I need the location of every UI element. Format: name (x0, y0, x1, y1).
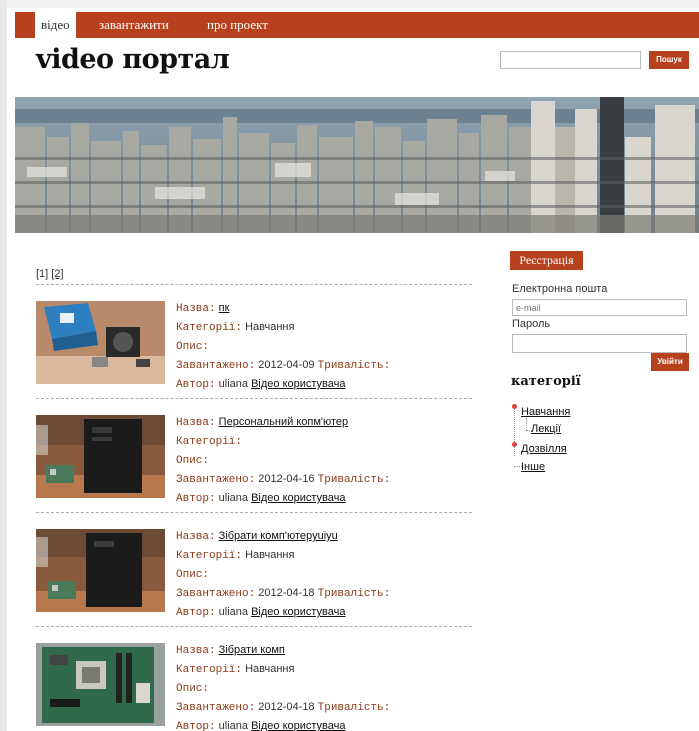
nav-item-video[interactable]: відео (35, 12, 76, 38)
name-label: Назва: (176, 417, 216, 429)
video-meta: Назва: Зібрати комп'ютерyuiyu Категорії:… (176, 527, 390, 622)
video-date: 2012-04-09 (258, 359, 315, 371)
video-thumbnail[interactable] (36, 643, 165, 726)
category-link-lectures[interactable]: Лекції (531, 423, 561, 435)
video-title-link[interactable]: Зібрати комп (219, 644, 285, 656)
tree-node-icon (512, 404, 517, 409)
author-videos-link[interactable]: Відео користувача (251, 720, 345, 731)
browser-left-edge (0, 0, 7, 731)
video-category: Навчання (245, 321, 295, 333)
category-link-other[interactable]: Інше (521, 461, 545, 473)
video-meta: Назва: Персональний копм'ютер Категорії:… (176, 413, 390, 508)
password-label: Пароль (512, 318, 551, 330)
video-thumbnail[interactable] (36, 301, 165, 384)
categories-label: Категорії: (176, 664, 243, 676)
video-title-link[interactable]: Зібрати комп'ютерyuiyu (219, 530, 338, 542)
categories-label: Категорії: (176, 436, 243, 448)
author-label: Автор: (176, 493, 216, 505)
uploaded-label: Завантажено: (176, 474, 256, 486)
video-item: Назва: Зібрати комп Категорії: Навчання … (36, 626, 472, 731)
name-label: Назва: (176, 645, 216, 657)
video-thumbnail[interactable] (36, 529, 165, 612)
video-category: Навчання (245, 549, 295, 561)
city-banner-image (15, 97, 699, 233)
main-nav: відео завантажити про проект (15, 12, 699, 38)
duration-label: Тривалість: (317, 474, 391, 486)
uploaded-label: Завантажено: (176, 702, 256, 714)
duration-label: Тривалість: (317, 360, 391, 372)
categories-label: Категорії: (176, 322, 243, 334)
duration-label: Тривалість: (317, 702, 391, 714)
description-label: Опис: (176, 455, 210, 467)
video-date: 2012-04-18 (258, 587, 315, 599)
video-author: uliana (218, 606, 249, 618)
login-button[interactable]: Увійти (651, 353, 689, 371)
video-list: Назва: пк Категорії: Навчання Опис: Зава… (36, 284, 472, 731)
video-item: Назва: Персональний копм'ютер Категорії:… (36, 398, 472, 512)
duration-label: Тривалість: (317, 588, 391, 600)
name-label: Назва: (176, 303, 216, 315)
video-author: uliana (218, 720, 249, 731)
description-label: Опис: (176, 341, 210, 353)
video-date: 2012-04-16 (258, 473, 315, 485)
password-field[interactable] (512, 334, 687, 353)
video-meta: Назва: пк Категорії: Навчання Опис: Зава… (176, 299, 390, 394)
video-meta: Назва: Зібрати комп Категорії: Навчання … (176, 641, 390, 731)
category-link-leisure[interactable]: Дозвілля (521, 443, 567, 455)
author-label: Автор: (176, 607, 216, 619)
name-label: Назва: (176, 531, 216, 543)
search-input[interactable] (500, 51, 641, 69)
author-videos-link[interactable]: Відео користувача (251, 492, 345, 504)
pagination: [1] [2] (36, 268, 64, 280)
categories-title: категорії (511, 374, 581, 389)
tree-node-icon (512, 442, 517, 447)
page-2-link[interactable]: [2] (51, 268, 63, 280)
search-button[interactable]: Пошук (649, 51, 689, 69)
tree-connector (526, 418, 527, 430)
tree-connector (514, 406, 515, 456)
video-category: Навчання (245, 663, 295, 675)
email-field[interactable] (512, 299, 687, 316)
category-link-study[interactable]: Навчання (521, 406, 570, 418)
author-videos-link[interactable]: Відео користувача (251, 378, 345, 390)
email-label: Електронна пошта (512, 283, 608, 295)
video-title-link[interactable]: Персональний копм'ютер (219, 416, 348, 428)
author-label: Автор: (176, 379, 216, 391)
uploaded-label: Завантажено: (176, 360, 256, 372)
uploaded-label: Завантажено: (176, 588, 256, 600)
video-author: uliana (218, 492, 249, 504)
register-button[interactable]: Реєстрація (510, 251, 583, 270)
video-date: 2012-04-18 (258, 701, 315, 713)
video-item: Назва: Зібрати комп'ютерyuiyu Категорії:… (36, 512, 472, 626)
browser-top-edge (0, 0, 699, 8)
author-label: Автор: (176, 721, 216, 731)
video-author: uliana (218, 378, 249, 390)
category-tree: Навчання Лекції Дозвілля Інше (512, 400, 692, 480)
video-thumbnail[interactable] (36, 415, 165, 498)
author-videos-link[interactable]: Відео користувача (251, 606, 345, 618)
description-label: Опис: (176, 683, 210, 695)
site-title[interactable]: video портал (36, 44, 230, 75)
video-title-link[interactable]: пк (219, 302, 230, 314)
video-item: Назва: пк Категорії: Навчання Опис: Зава… (36, 284, 472, 398)
page-1: [1] (36, 268, 49, 280)
categories-label: Категорії: (176, 550, 243, 562)
nav-item-upload[interactable]: завантажити (99, 12, 169, 38)
nav-item-about[interactable]: про проект (207, 12, 268, 38)
description-label: Опис: (176, 569, 210, 581)
